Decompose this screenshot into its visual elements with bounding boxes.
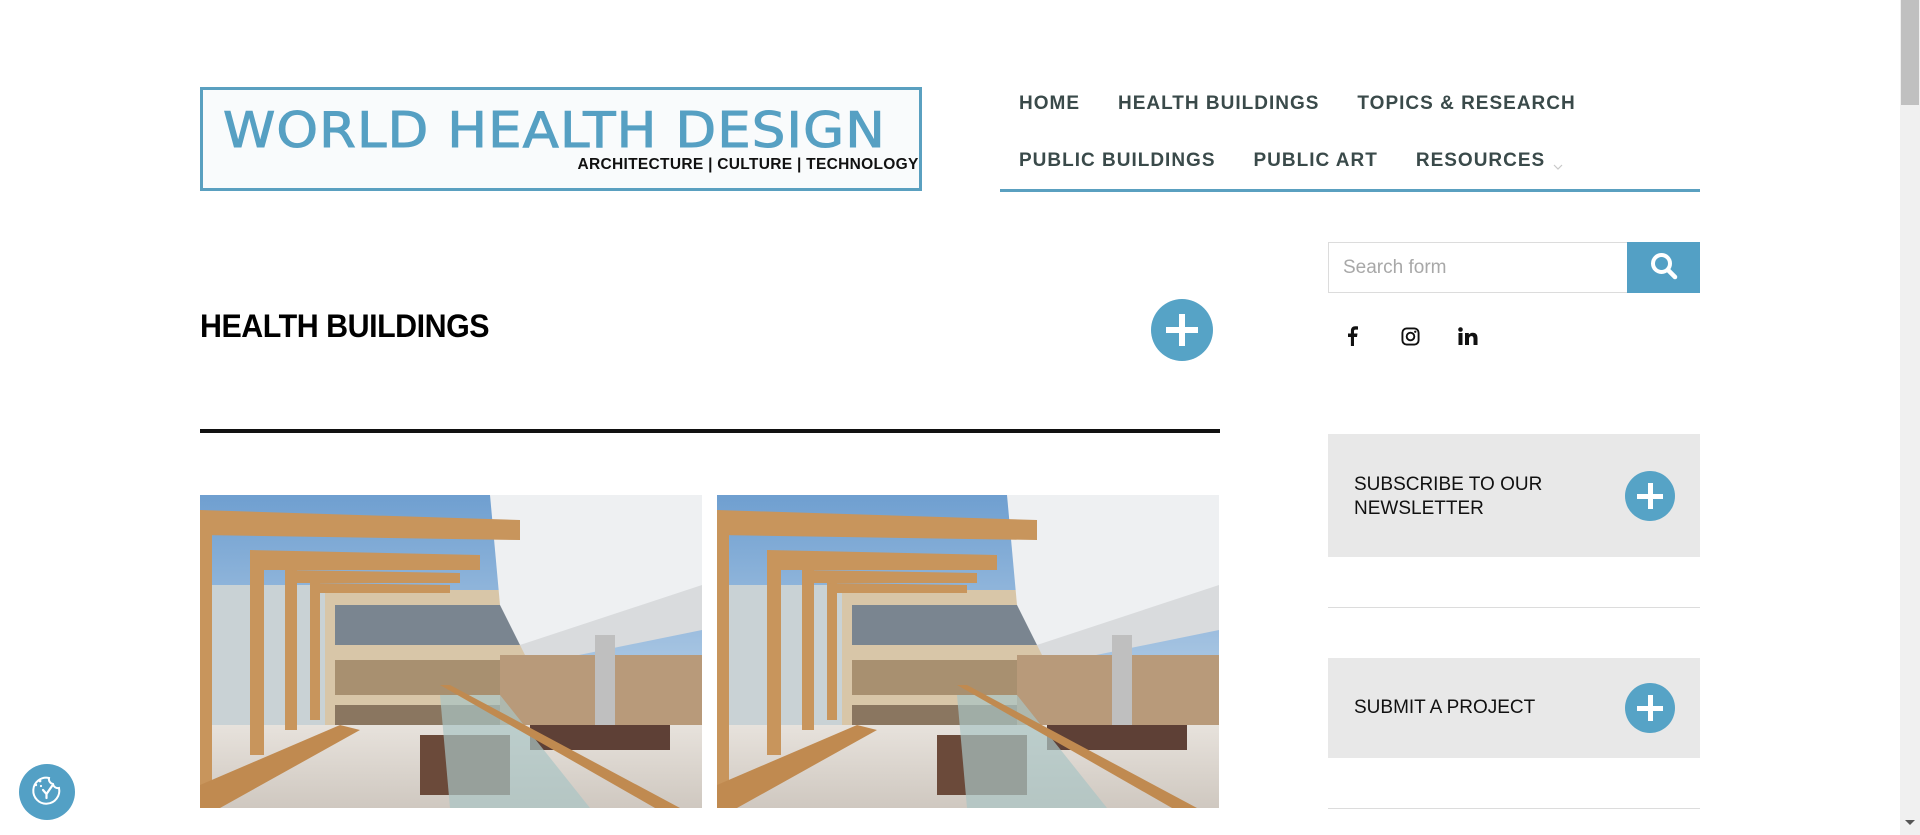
cookie-consent-icon <box>29 772 65 813</box>
sidebar-divider <box>1328 607 1700 608</box>
article-image-1[interactable] <box>200 495 702 808</box>
nav-item-public-art[interactable]: PUBLIC ART <box>1254 150 1378 172</box>
nav-item-health-buildings[interactable]: HEALTH BUILDINGS <box>1118 93 1319 115</box>
nav-item-topics-research[interactable]: TOPICS & RESEARCH <box>1357 93 1575 115</box>
scrollbar-thumb[interactable] <box>1901 0 1919 105</box>
nav-item-resources-label: RESOURCES <box>1415 150 1546 171</box>
nav-row-1: HOME HEALTH BUILDINGS TOPICS & RESEARCH <box>1019 93 1576 115</box>
search-icon <box>1649 251 1679 284</box>
atrium-photo <box>200 495 702 808</box>
page-title: HEALTH BUILDINGS <box>200 308 490 344</box>
vertical-scrollbar[interactable] <box>1900 0 1920 835</box>
newsletter-card[interactable]: SUBSCRIBE TO OUR NEWSLETTER <box>1328 434 1700 557</box>
search-form <box>1328 242 1700 293</box>
article-image-2[interactable] <box>717 495 1219 808</box>
nav-underline <box>1000 189 1700 192</box>
nav-item-home[interactable]: HOME <box>1019 93 1080 115</box>
logo-title: WORLD HEALTH DESIGN <box>222 102 886 160</box>
linkedin-icon[interactable] <box>1456 324 1480 348</box>
submit-project-expand-button[interactable] <box>1625 683 1675 733</box>
submit-project-card[interactable]: SUBMIT A PROJECT <box>1328 658 1700 758</box>
chevron-down-icon <box>1553 156 1563 170</box>
page: WORLD HEALTH DESIGN ARCHITECTURE | CULTU… <box>0 0 1900 835</box>
submit-project-label: SUBMIT A PROJECT <box>1354 697 1536 718</box>
atrium-photo <box>717 495 1219 808</box>
section-expand-button[interactable] <box>1151 299 1213 361</box>
main-nav: HOME HEALTH BUILDINGS TOPICS & RESEARCH … <box>1000 82 1700 192</box>
newsletter-expand-button[interactable] <box>1625 471 1675 521</box>
instagram-icon[interactable] <box>1398 324 1422 348</box>
cookie-consent-button[interactable] <box>19 764 75 820</box>
section-divider <box>200 429 1220 433</box>
scroll-down-arrow-icon[interactable] <box>1905 820 1915 825</box>
facebook-icon[interactable] <box>1340 324 1364 348</box>
sidebar-divider <box>1328 808 1700 809</box>
logo-tagline: ARCHITECTURE | CULTURE | TECHNOLOGY <box>577 156 919 173</box>
social-links <box>1340 324 1480 348</box>
site-logo[interactable]: WORLD HEALTH DESIGN ARCHITECTURE | CULTU… <box>200 87 922 191</box>
nav-row-2: PUBLIC BUILDINGS PUBLIC ART RESOURCES <box>1019 150 1563 172</box>
search-input[interactable] <box>1328 242 1627 293</box>
nav-item-public-buildings[interactable]: PUBLIC BUILDINGS <box>1019 150 1216 172</box>
nav-item-resources[interactable]: RESOURCES <box>1416 150 1563 172</box>
newsletter-label: SUBSCRIBE TO OUR NEWSLETTER <box>1354 474 1543 519</box>
search-button[interactable] <box>1627 242 1700 293</box>
